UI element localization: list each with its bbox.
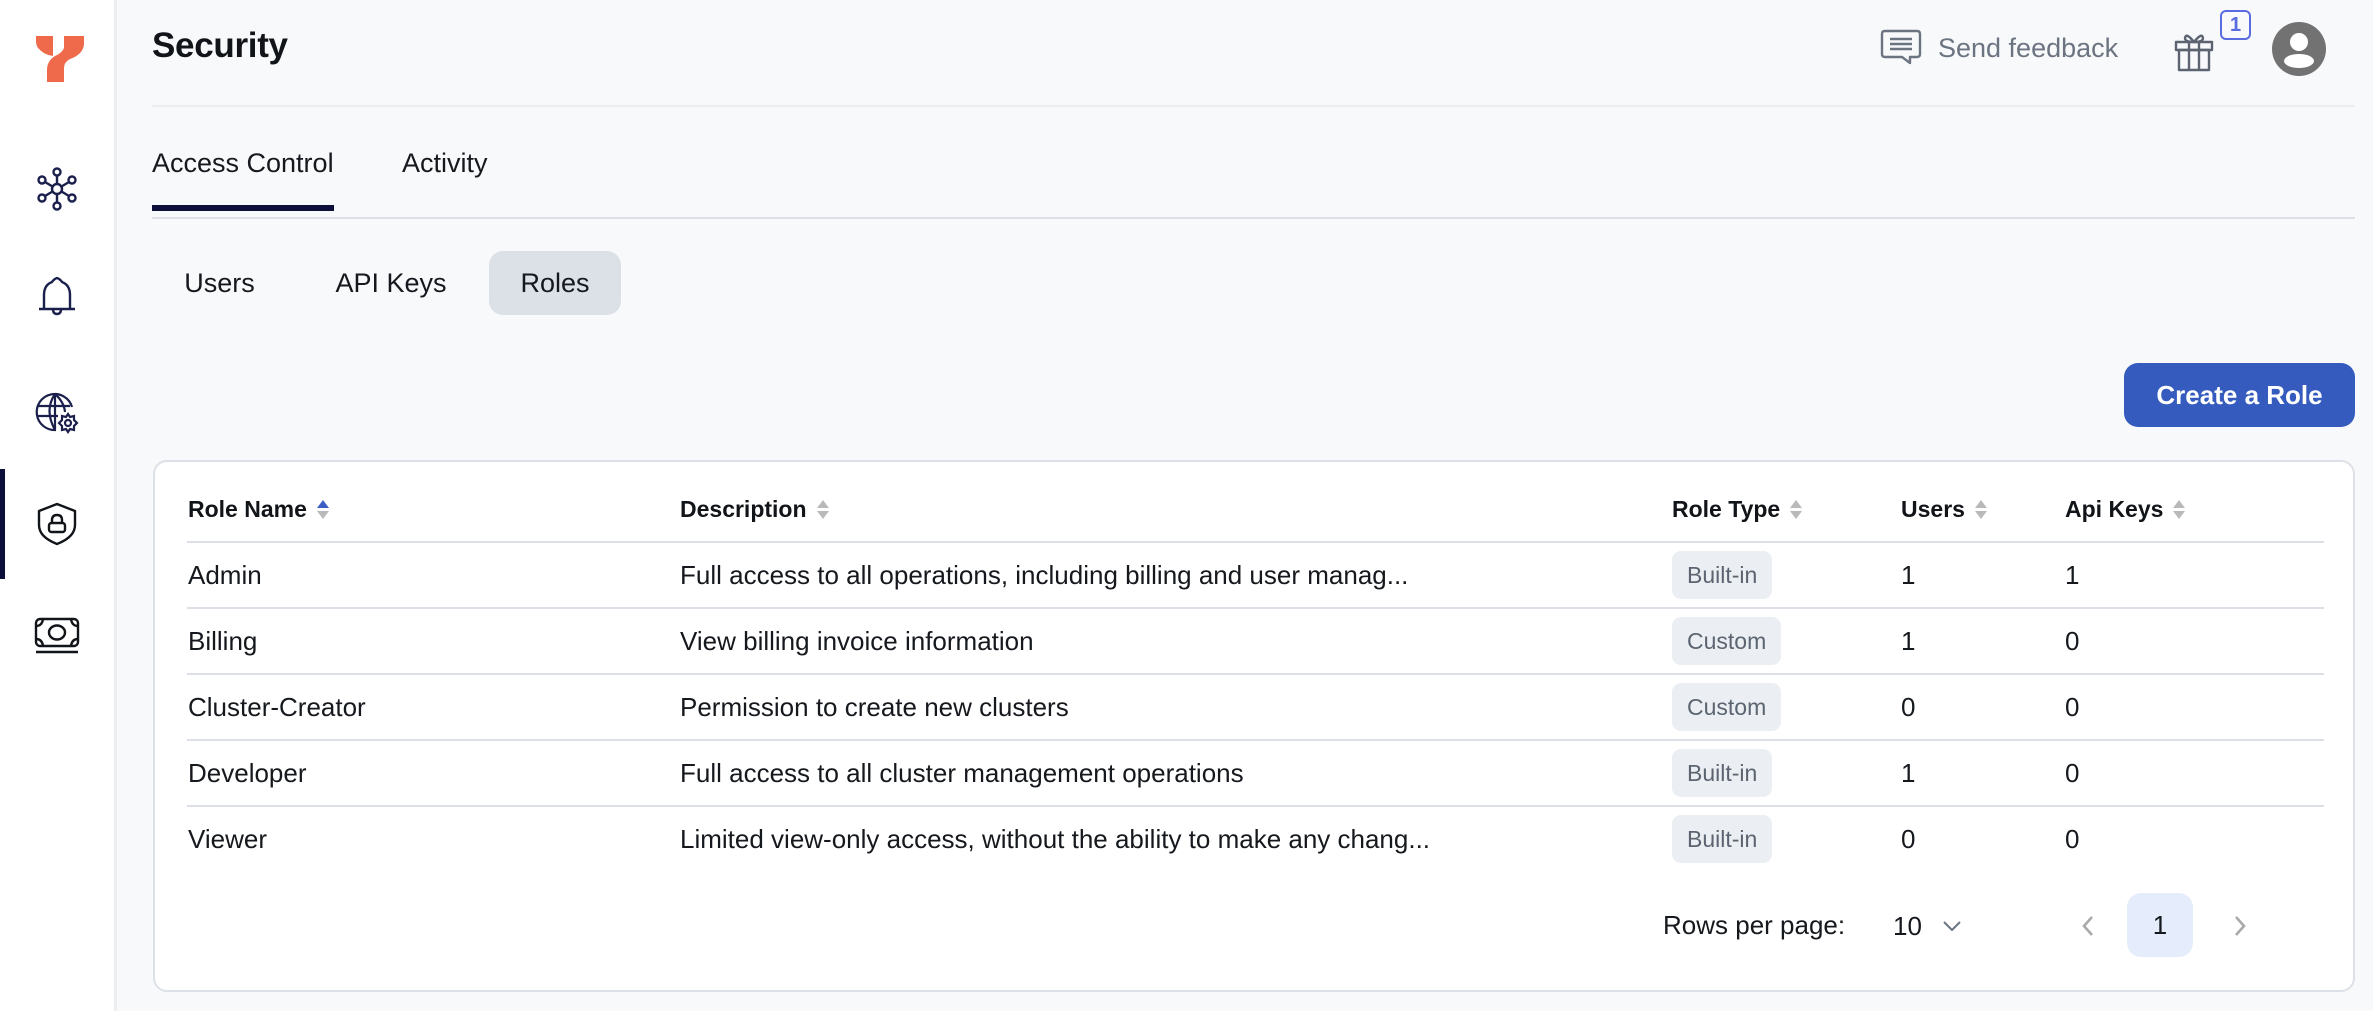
header-divider: [152, 105, 2355, 107]
chevron-right-icon: [2235, 916, 2246, 936]
column-header-label: Users: [1901, 496, 1965, 522]
rows-per-page-select[interactable]: 10: [1893, 906, 1962, 946]
next-page-button[interactable]: [2225, 908, 2255, 944]
cell-users: 0: [1901, 823, 1916, 854]
cell-api-keys: 1: [2065, 559, 2080, 590]
cell-api-keys: 0: [2065, 823, 2080, 854]
cell-users: 1: [1901, 625, 1916, 656]
cell-users: 1: [1901, 757, 1916, 788]
roles-table-card: Role Name Description Role Type Users Api Ke…: [153, 460, 2355, 992]
role-type-badge: Custom: [1672, 683, 1782, 731]
gift-icon: [2174, 34, 2214, 72]
user-avatar[interactable]: [2271, 21, 2327, 77]
column-header-label: Api Keys: [2065, 496, 2164, 522]
globe-settings-icon: [35, 393, 79, 434]
cell-description: Full access to all operations, including…: [680, 559, 1409, 590]
cluster-network-icon: [37, 167, 77, 211]
role-type-badge: Custom: [1672, 617, 1782, 665]
table-body: Admin Full access to all operations, incl…: [187, 543, 2324, 873]
rows-per-page-label: Rows per page:: [1663, 910, 1846, 940]
column-header-users[interactable]: Users: [1901, 496, 1988, 523]
shield-lock-icon: [37, 502, 77, 546]
cell-role-type: Built-in: [1672, 741, 1773, 805]
column-header-label: Description: [680, 496, 807, 522]
cell-role-name: Billing: [188, 625, 258, 656]
sidebar: [0, 0, 117, 1011]
column-header-label: Role Type: [1672, 496, 1781, 522]
cell-role-type: Custom: [1672, 609, 1782, 673]
cell-description: Full access to all cluster management op…: [680, 757, 1244, 788]
cell-role-name: Developer: [188, 757, 307, 788]
pagination: Rows per page: 10 1: [155, 892, 2353, 958]
column-header-description[interactable]: Description: [680, 496, 830, 523]
subtab-roles[interactable]: Roles: [489, 251, 621, 315]
cell-description: View billing invoice information: [680, 625, 1034, 656]
sidebar-item-billing[interactable]: [0, 579, 114, 689]
cell-role-name: Admin: [188, 559, 262, 590]
sort-icon: [1974, 499, 1987, 519]
subtab-users[interactable]: Users: [152, 251, 287, 315]
sidebar-item-security[interactable]: [0, 469, 114, 579]
rows-per-page-value: 10: [1893, 910, 1922, 941]
cell-role-name: Viewer: [188, 823, 268, 854]
sidebar-item-alerts[interactable]: [0, 241, 114, 351]
money-icon: [34, 617, 80, 654]
bell-icon: [39, 276, 75, 316]
table-row[interactable]: Cluster-Creator Permission to create new …: [187, 675, 2324, 741]
cell-role-name: Cluster-Creator: [188, 691, 366, 722]
cell-description: Permission to create new clusters: [680, 691, 1069, 722]
sort-icon: [1790, 499, 1803, 519]
cell-users: 0: [1901, 691, 1916, 722]
app-logo[interactable]: [34, 34, 86, 84]
column-header-api-keys[interactable]: Api Keys: [2065, 496, 2186, 523]
roles-table: Role Name Description Role Type Users Api Ke…: [187, 462, 2324, 873]
role-type-badge: Built-in: [1672, 551, 1773, 599]
table-row[interactable]: Billing View billing invoice information C…: [187, 609, 2324, 675]
cell-role-type: Built-in: [1672, 543, 1773, 607]
role-type-badge: Built-in: [1672, 749, 1773, 797]
cell-users: 1: [1901, 559, 1916, 590]
whats-new-button[interactable]: [2172, 28, 2216, 72]
cell-api-keys: 0: [2065, 757, 2080, 788]
previous-page-button[interactable]: [2073, 908, 2103, 944]
notification-badge: 1: [2220, 10, 2251, 40]
cell-role-type: Built-in: [1672, 807, 1773, 871]
table-row[interactable]: Admin Full access to all operations, incl…: [187, 543, 2324, 609]
sort-icon: [2173, 499, 2186, 519]
table-row[interactable]: Viewer Limited view-only access, without …: [187, 807, 2324, 873]
send-feedback-label: Send feedback: [1938, 32, 2119, 63]
send-feedback-button[interactable]: Send feedback: [1880, 28, 2118, 68]
column-header-role-name[interactable]: Role Name: [188, 496, 330, 523]
column-header-role-type[interactable]: Role Type: [1672, 496, 1803, 523]
chevron-left-icon: [2082, 916, 2093, 936]
chat-feedback-icon: [1880, 29, 1922, 65]
sort-icon: [316, 499, 329, 519]
create-role-button[interactable]: Create a Role: [2124, 363, 2355, 427]
main-tabs: Access Control Activity: [152, 130, 2355, 219]
tab-access-control[interactable]: Access Control: [152, 148, 334, 211]
tab-activity[interactable]: Activity: [402, 148, 488, 209]
cell-api-keys: 0: [2065, 691, 2080, 722]
cell-role-type: Custom: [1672, 675, 1782, 739]
sort-icon: [816, 499, 829, 519]
cell-description: Limited view-only access, without the ab…: [680, 823, 1431, 854]
role-type-badge: Built-in: [1672, 815, 1773, 863]
table-header: Role Name Description Role Type Users Api Ke…: [187, 462, 2324, 543]
subtab-api-keys[interactable]: API Keys: [302, 251, 480, 315]
table-row[interactable]: Developer Full access to all cluster mana…: [187, 741, 2324, 807]
cell-api-keys: 0: [2065, 625, 2080, 656]
page-title: Security: [152, 26, 288, 65]
chevron-down-icon: [1943, 921, 1961, 932]
column-header-label: Role Name: [188, 496, 307, 522]
sidebar-item-clusters[interactable]: [0, 134, 114, 244]
sidebar-item-network[interactable]: [0, 358, 114, 468]
page-button-current[interactable]: 1: [2127, 893, 2193, 957]
user-account-icon: [2272, 22, 2326, 76]
